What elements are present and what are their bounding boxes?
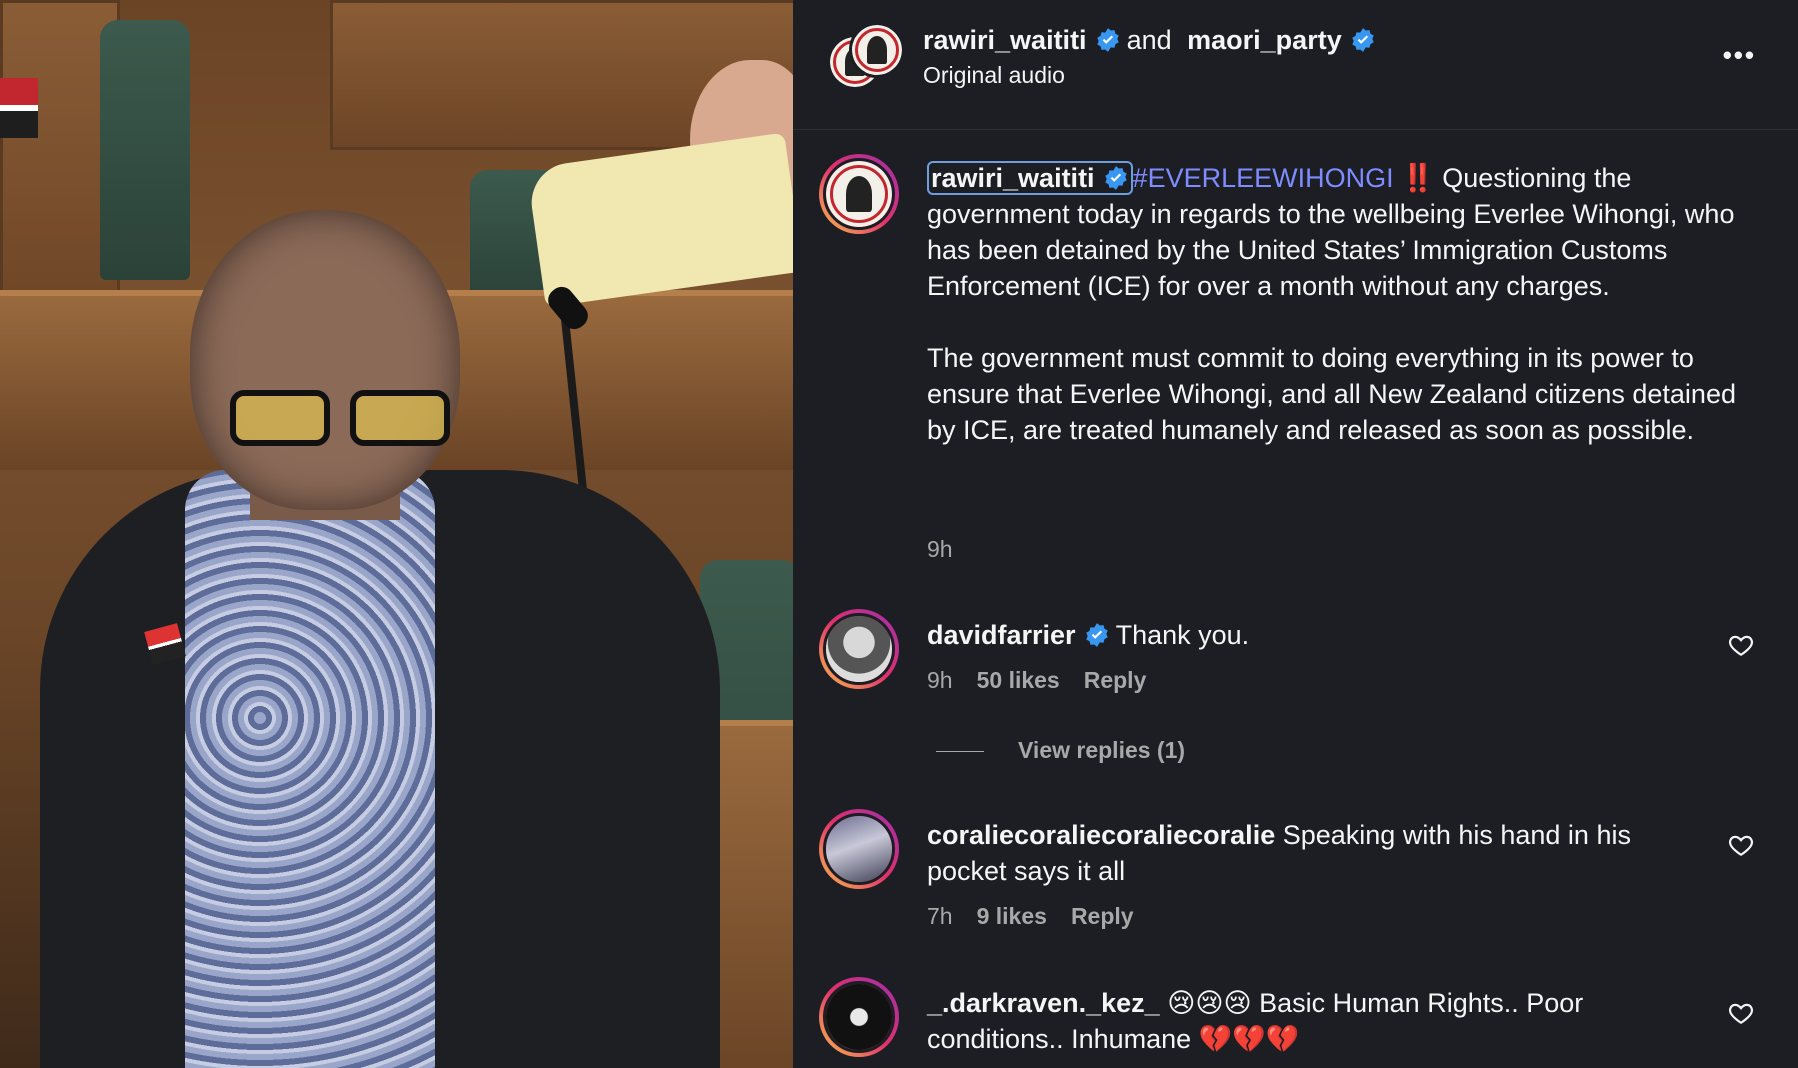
caption-username[interactable]: rawiri_waititi <box>927 161 1133 195</box>
speaker-head <box>190 210 460 510</box>
verified-badge-icon <box>1085 623 1108 647</box>
reply-button[interactable]: Reply <box>1071 903 1134 929</box>
post-header: rawiri_waititi and maori_party Original a… <box>793 0 1798 130</box>
green-seat <box>100 20 190 280</box>
reply-button[interactable]: Reply <box>1084 667 1147 693</box>
comment-text: davidfarrier Thank you. <box>927 617 1717 653</box>
caption-paragraph-2: The government must commit to doing ever… <box>927 343 1736 445</box>
and-text: and <box>1126 25 1172 55</box>
view-replies-button[interactable]: View replies (1) <box>936 737 1185 764</box>
caption-avatar[interactable] <box>819 154 899 234</box>
paper-sheet <box>526 132 793 308</box>
post-panel: rawiri_waititi and maori_party Original a… <box>793 0 1798 1068</box>
comment-time[interactable]: 9h <box>927 667 953 693</box>
verified-badge-icon <box>1351 28 1374 52</box>
heart-icon[interactable] <box>1728 832 1754 858</box>
original-audio-link[interactable]: Original audio <box>923 62 1065 89</box>
commenter-avatar[interactable] <box>819 809 899 889</box>
post-caption: rawiri_waititi #EVERLEEWIHONGI ‼️ Questio… <box>927 160 1757 484</box>
avatar-maori-party <box>849 22 905 78</box>
more-options-icon[interactable]: ••• <box>1723 40 1756 71</box>
comment-username[interactable]: _.darkraven._kez_ <box>927 988 1160 1018</box>
comment-meta: 9h 50 likes Reply <box>927 667 1170 694</box>
comment-time[interactable]: 7h <box>927 903 953 929</box>
speaker-glasses <box>230 390 460 450</box>
comment-text: coraliecoraliecoraliecoralie Speaking wi… <box>927 817 1717 889</box>
commenter-avatar[interactable] <box>819 977 899 1057</box>
comment-username[interactable]: davidfarrier <box>927 620 1076 650</box>
author-link-rawiri[interactable]: rawiri_waititi <box>923 25 1087 55</box>
reel-video[interactable] <box>0 0 793 1068</box>
post-authors: rawiri_waititi and maori_party <box>923 22 1382 58</box>
verified-badge-icon <box>1096 28 1119 52</box>
comment-meta: 7h 9 likes Reply <box>927 903 1158 930</box>
post-timestamp[interactable]: 9h <box>927 536 953 563</box>
double-exclamation-icon: ‼️ <box>1401 163 1435 193</box>
comment-text: _.darkraven._kez_ 😢😢😢 Basic Human Rights… <box>927 985 1717 1057</box>
commenter-avatar[interactable] <box>819 609 899 689</box>
comment-body: Thank you. <box>1115 620 1250 650</box>
divider-line <box>936 751 984 753</box>
comment-likes[interactable]: 50 likes <box>977 667 1060 693</box>
verified-badge-icon <box>1104 166 1127 190</box>
author-link-maori-party[interactable]: maori_party <box>1187 25 1342 55</box>
collab-avatar[interactable] <box>827 22 907 102</box>
comment-likes[interactable]: 9 likes <box>977 903 1047 929</box>
heart-icon[interactable] <box>1728 632 1754 658</box>
flag-icon <box>0 78 38 138</box>
hashtag-link[interactable]: #EVERLEEWIHONGI <box>1133 163 1394 193</box>
heart-icon[interactable] <box>1728 1000 1754 1026</box>
speaker-shirt <box>185 470 435 1068</box>
comment-username[interactable]: coraliecoraliecoraliecoralie <box>927 820 1275 850</box>
